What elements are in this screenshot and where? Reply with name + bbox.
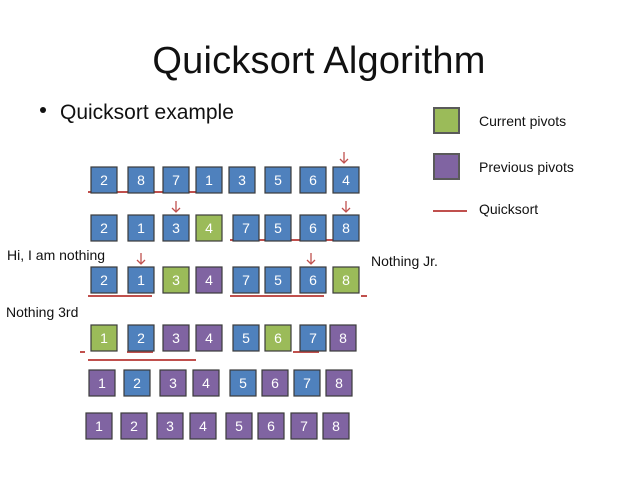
array-cell-value: 8 xyxy=(339,330,347,346)
array-cell-value: 5 xyxy=(235,418,243,434)
array-cell-value: 1 xyxy=(98,375,106,391)
array-cell-value: 3 xyxy=(172,272,180,288)
array-cell-value: 2 xyxy=(137,330,145,346)
array-cell-value: 5 xyxy=(242,330,250,346)
array-cells: 2 8 7 1 3 5 6 4 2 1 3 4 7 5 6 8 2 1 3 4 7 5 6 8 1 2 3 4 5 6 7 8 1 2 3 4 5 6 7 8… xyxy=(85,166,360,440)
array-cell-value: 6 xyxy=(274,330,282,346)
pivot-arrow-icon xyxy=(136,253,146,265)
array-cell-value: 4 xyxy=(342,172,350,188)
array-cell-value: 7 xyxy=(303,375,311,391)
quicksort-diagram: 2 8 7 1 3 5 6 4 2 1 3 4 7 5 6 8 2 1 3 4 7 5 6 8 1 2 3 4 5 6 7 8 1 2 3 4 5 6 7 8… xyxy=(80,152,367,440)
array-cell-value: 5 xyxy=(274,172,282,188)
array-cell-value: 1 xyxy=(137,220,145,236)
array-cell-value: 6 xyxy=(267,418,275,434)
array-cell-value: 6 xyxy=(309,220,317,236)
array-cell-value: 4 xyxy=(202,375,210,391)
array-cell-value: 3 xyxy=(169,375,177,391)
array-cell-value: 4 xyxy=(199,418,207,434)
array-cell-value: 2 xyxy=(133,375,141,391)
pivot-arrow-icon xyxy=(171,201,181,213)
array-cell-value: 5 xyxy=(239,375,247,391)
array-cell-value: 7 xyxy=(242,272,250,288)
array-cell-value: 2 xyxy=(100,172,108,188)
array-cell-value: 3 xyxy=(172,330,180,346)
array-cell-value: 1 xyxy=(137,272,145,288)
array-cell-value: 2 xyxy=(100,220,108,236)
array-cell-value: 4 xyxy=(205,330,213,346)
array-cell-value: 6 xyxy=(309,272,317,288)
array-cell-value: 2 xyxy=(130,418,138,434)
array-cell-value: 5 xyxy=(274,272,282,288)
array-cell-value: 5 xyxy=(274,220,282,236)
array-cell-value: 4 xyxy=(205,272,213,288)
array-cell-value: 7 xyxy=(309,330,317,346)
array-cell-value: 6 xyxy=(271,375,279,391)
array-cell-value: 6 xyxy=(309,172,317,188)
array-cell-value: 1 xyxy=(100,330,108,346)
array-cell-value: 2 xyxy=(100,272,108,288)
array-cell-value: 8 xyxy=(137,172,145,188)
pivot-arrow-icon xyxy=(339,152,349,164)
array-cell-value: 1 xyxy=(205,172,213,188)
array-cell-value: 3 xyxy=(172,220,180,236)
array-cell-value: 7 xyxy=(242,220,250,236)
array-cell-value: 4 xyxy=(205,220,213,236)
array-cell-value: 8 xyxy=(335,375,343,391)
pivot-arrow-icon xyxy=(306,253,316,265)
array-cell-value: 3 xyxy=(166,418,174,434)
array-cell-value: 7 xyxy=(300,418,308,434)
array-cell-value: 7 xyxy=(172,172,180,188)
array-cell-value: 8 xyxy=(342,220,350,236)
array-cell-value: 3 xyxy=(238,172,246,188)
pivot-arrow-icon xyxy=(341,201,351,213)
array-cell-value: 8 xyxy=(342,272,350,288)
array-cell-value: 8 xyxy=(332,418,340,434)
array-cell-value: 1 xyxy=(95,418,103,434)
